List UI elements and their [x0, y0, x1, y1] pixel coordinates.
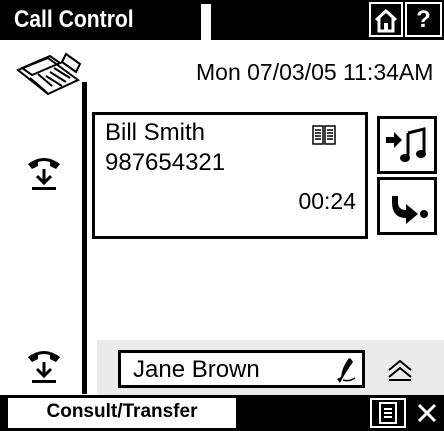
dial-icon[interactable] — [331, 355, 361, 385]
active-call-card[interactable]: Bill Smith 987654321 00:24 — [92, 112, 368, 239]
consult-target-field[interactable]: Jane Brown — [118, 350, 365, 388]
help-icon: ? — [416, 6, 431, 33]
consult-target-name: Jane Brown — [133, 356, 260, 383]
date-time: Mon 07/03/05 11:34AM — [196, 59, 434, 85]
list-icon — [379, 402, 397, 424]
close-button[interactable] — [412, 398, 442, 428]
list-button[interactable] — [370, 398, 406, 428]
scroll-up-icon[interactable] — [386, 358, 414, 382]
consult-transfer-button[interactable]: Consult/Transfer — [8, 398, 236, 428]
transfer-to-music-button[interactable] — [377, 116, 437, 174]
handset-hold-icon[interactable] — [24, 152, 64, 194]
caller-number: 987654321 — [105, 149, 226, 176]
handset-hold-icon-2[interactable] — [24, 345, 64, 387]
title-divider — [201, 4, 211, 40]
call-timer: 00:24 — [298, 188, 356, 214]
help-button[interactable]: ? — [405, 2, 442, 37]
empty-softkey[interactable] — [245, 398, 367, 428]
home-button[interactable] — [369, 2, 403, 37]
transfer-to-music-icon — [386, 127, 426, 162]
close-icon — [417, 403, 437, 423]
call-line-rail — [82, 82, 87, 394]
fax-phone-icon[interactable] — [8, 50, 86, 100]
home-icon — [374, 8, 398, 33]
caller-name: Bill Smith — [105, 119, 206, 146]
page-title: Call Control — [14, 6, 134, 33]
phonebook-icon[interactable] — [311, 123, 337, 147]
forward-call-button[interactable] — [377, 177, 437, 235]
forward-call-icon — [392, 196, 428, 224]
